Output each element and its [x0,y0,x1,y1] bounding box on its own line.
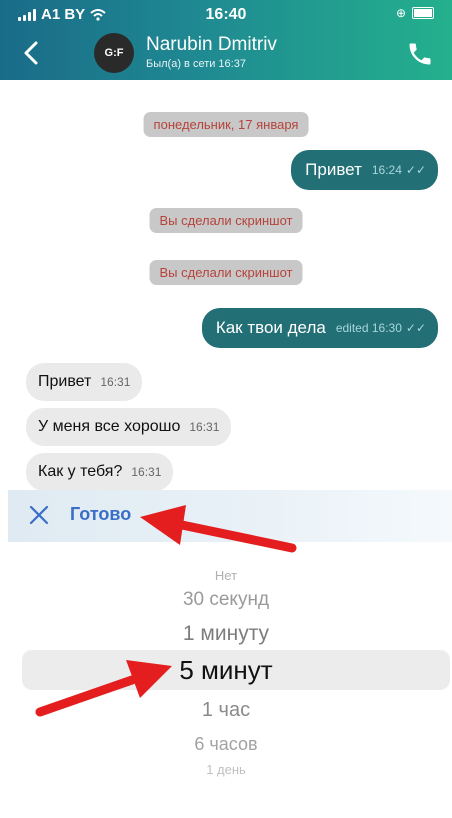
picker-option[interactable]: 30 секунд [0,589,452,611]
message-incoming[interactable]: Как у тебя? 16:31 [26,453,174,491]
picker-option[interactable]: Нет [0,568,452,583]
picker-option[interactable]: 1 день [0,762,452,777]
message-time: edited 16:30 [335,321,402,335]
message-text: Как у тебя? [38,463,123,480]
message-list[interactable]: понедельник, 17 января Привет 16:24 ✓✓ В… [0,80,452,491]
timer-picker[interactable]: Нет 30 секунд 1 минуту 5 минут 1 час 6 ч… [0,542,452,818]
picker-option[interactable]: 1 час [0,699,452,722]
date-separator: понедельник, 17 января [143,112,309,137]
message-text: У меня все хорошо [38,418,181,435]
message-outgoing[interactable]: Как твои дела edited 16:30 ✓✓ [201,308,438,348]
message-time: 16:31 [189,420,220,434]
phone-call-icon[interactable] [406,40,434,68]
message-incoming[interactable]: Привет 16:31 [26,363,143,401]
system-message: Вы сделали скриншот [149,208,303,233]
contact-status: Был(а) в сети 16:37 [146,58,246,70]
system-message: Вы сделали скриншот [149,260,303,285]
message-outgoing[interactable]: Привет 16:24 ✓✓ [291,150,438,190]
message-time: 16:31 [131,465,162,479]
orientation-lock-icon: ⊕ [395,6,406,20]
picker-option[interactable]: 1 минуту [0,622,452,646]
chat-header: A1 BY 16:40 ⊕ G:F Narubin Dmitriv Был(а)… [0,0,452,80]
status-right: ⊕ [396,6,434,20]
status-time: 16:40 [205,6,247,23]
message-incoming[interactable]: У меня все хорошо 16:31 [26,408,232,446]
avatar-label: G:F [104,47,124,59]
contact-name[interactable]: Narubin Dmitriv [146,34,277,56]
message-time: 16:24 [371,163,402,177]
message-time: 16:31 [100,375,131,389]
picker-option[interactable]: 6 часов [0,734,452,755]
avatar[interactable]: G:F [94,33,134,73]
close-icon[interactable] [28,504,50,526]
picker-option-selected[interactable]: 5 минут [0,655,452,686]
message-text: Как твои дела [215,318,326,337]
status-bar: A1 BY 16:40 ⊕ [0,0,452,28]
battery-icon [412,7,434,19]
message-meta: edited 16:30 ✓✓ [336,321,426,335]
read-check-icon: ✓✓ [405,163,426,177]
back-button[interactable] [18,38,48,68]
message-meta: 16:24 ✓✓ [372,163,426,177]
picker-toolbar: Готово [8,490,452,542]
message-text: Привет [305,160,362,179]
message-text: Привет [38,373,92,390]
read-check-icon: ✓✓ [405,321,426,335]
done-button[interactable]: Готово [70,504,131,525]
